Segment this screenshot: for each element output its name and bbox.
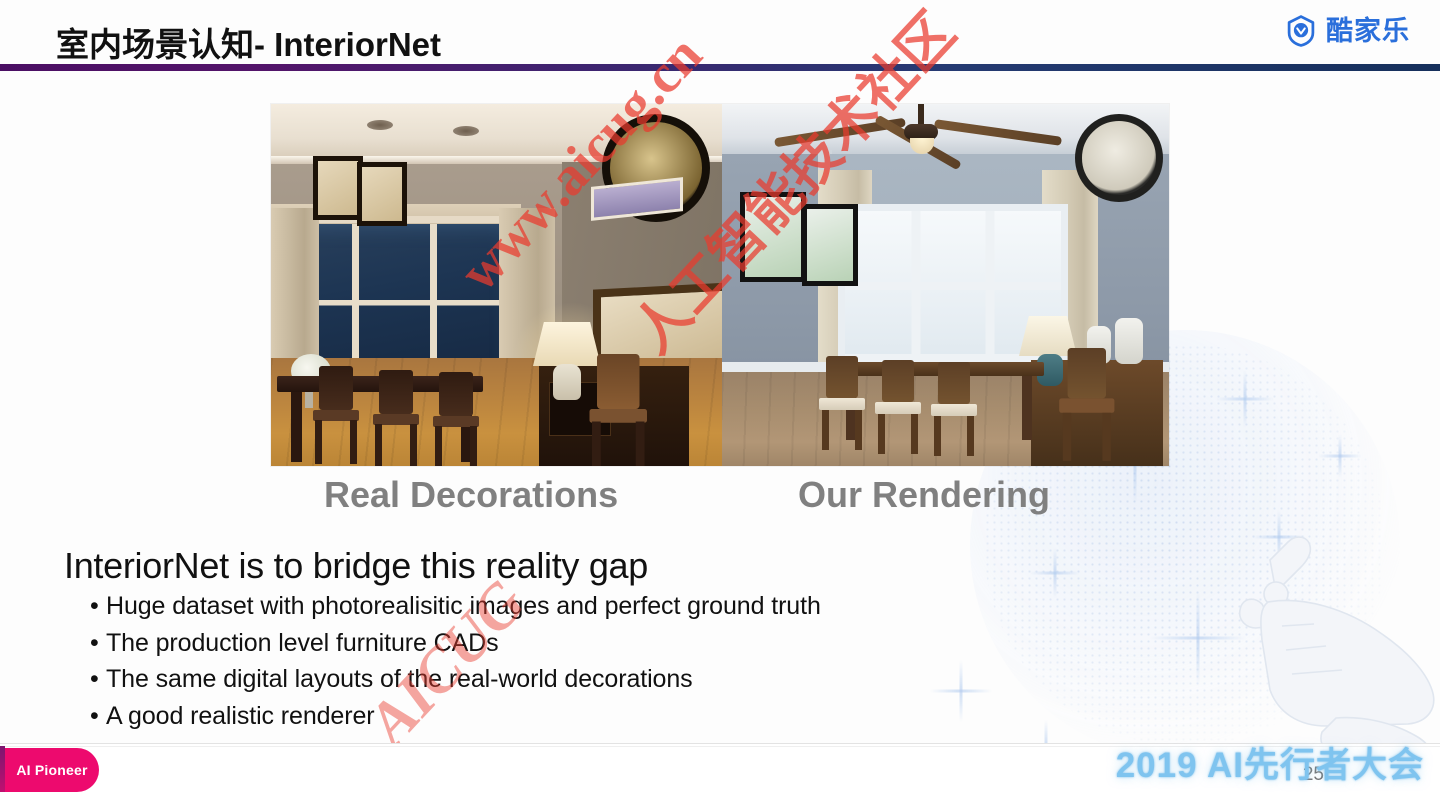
brand-logo: 酷家乐 [1284,14,1410,48]
page-title-cn: 室内场景认知 [56,26,254,63]
list-item-label: Huge dataset with photorealisitic images… [106,592,821,620]
bullet-glyph: • [90,592,99,620]
page-title-sep: - [254,26,275,63]
list-item-label: The same digital layouts of the real-wor… [106,665,693,693]
shield-smile-icon [1287,15,1315,47]
conference-logo: 2019 AI先行者大会 [1115,746,1424,785]
list-item-label: The production level furniture CADs [106,628,499,657]
spark-icon [1318,434,1362,478]
list-item: • Huge dataset with photorealisitic image… [90,588,821,625]
spark-icon [1150,590,1246,686]
bullet-glyph: • [90,701,99,730]
spark-icon [930,660,992,722]
ai-pioneer-badge: AI Pioneer [5,748,99,792]
page-title-en: InteriorNet [274,26,442,63]
list-item: • The production level furniture CADs [90,625,821,662]
slide-footer: AI Pioneer 25 2019 AI先行者大会 [0,743,1440,810]
spark-icon [1216,370,1274,428]
caption-real-decorations: Real Decorations [324,474,619,515]
spark-icon [1320,618,1380,678]
slide-header: 室内场景认知- InteriorNet 酷家乐 [0,0,1440,71]
list-item: • The same digital layouts of the real-wo… [90,661,821,698]
bullet-glyph: • [90,665,99,693]
robot-hand-graphic [1238,536,1435,761]
bullet-glyph: • [90,628,99,657]
comparison-images [271,104,1169,466]
real-decoration-photo [271,104,722,466]
page-title: 室内场景认知- InteriorNet [56,18,441,66]
ai-pioneer-label: AI Pioneer [16,762,88,778]
spark-icon [1252,510,1306,564]
body-headline: InteriorNet is to bridge this reality ga… [64,545,648,586]
our-rendering-photo [722,104,1169,466]
brand-name: 酷家乐 [1326,16,1410,46]
list-item: • A good realistic renderer [90,698,821,735]
caption-our-rendering: Our Rendering [798,474,1051,515]
slide: 室内场景认知- InteriorNet 酷家乐 Real Decorations… [0,0,1440,810]
list-item-label: A good realistic renderer [106,701,375,730]
header-divider [0,64,1440,71]
bullet-list: • Huge dataset with photorealisitic image… [90,588,821,734]
spark-icon [1030,548,1080,598]
